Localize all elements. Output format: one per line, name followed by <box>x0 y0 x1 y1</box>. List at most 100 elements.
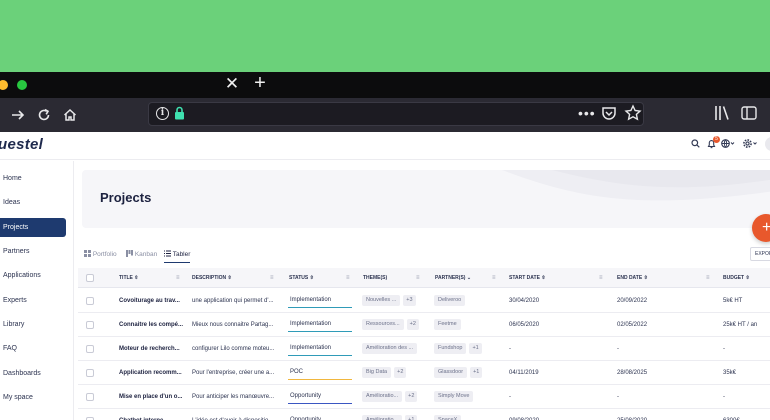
column-menu-icon[interactable]: ≡ <box>706 275 710 281</box>
sidebar-item-projects[interactable]: Projects <box>0 218 66 237</box>
partner-chip: Deliveroo <box>434 294 466 306</box>
column-budget[interactable]: BUDGET ⇳ <box>723 268 750 288</box>
add-project-button[interactable]: + <box>752 214 770 242</box>
info-icon[interactable]: i <box>156 107 169 120</box>
column-menu-icon[interactable]: ≡ <box>346 275 350 281</box>
column-description[interactable]: DESCRIPTION ⇳ <box>192 268 232 288</box>
theme-more-chip[interactable]: +1 <box>405 414 418 420</box>
partner-more-chip[interactable]: +1 <box>470 366 483 378</box>
end-date: - <box>617 346 619 352</box>
partners-cell: SpaceX <box>434 409 506 420</box>
row-checkbox[interactable] <box>86 321 94 329</box>
table-row[interactable]: Chatbot interne L'idée est d'avoir à disp… <box>78 409 770 420</box>
table-row[interactable]: Connaitre les compé... Mieux nous connait… <box>78 313 770 337</box>
table-row[interactable]: Covoiturage au trav... une application qu… <box>78 289 770 313</box>
export-button[interactable]: EXPOR <box>750 247 770 261</box>
sidebar-item-experts[interactable]: Experts <box>0 291 66 310</box>
project-title[interactable]: Application recomm... <box>119 361 187 385</box>
status-badge[interactable]: Implementation <box>288 342 352 356</box>
project-title[interactable]: Chatbot interne <box>119 409 187 420</box>
tab-kanban[interactable]: Kanban <box>126 250 157 260</box>
sidebar-item-faq[interactable]: FAQ <box>0 339 66 358</box>
page-actions-icon[interactable]: ••• <box>578 106 596 120</box>
theme-more-chip[interactable]: +3 <box>403 294 416 306</box>
column-end-date[interactable]: END DATE ⇳ <box>617 268 648 288</box>
partner-more-chip[interactable]: +1 <box>469 342 482 354</box>
column-menu-icon[interactable]: ≡ <box>416 275 420 281</box>
project-description: Mieux nous connaitre Partag... <box>192 322 274 328</box>
star-icon[interactable] <box>624 104 642 122</box>
sidebar-icon[interactable] <box>741 106 757 120</box>
settings-icon[interactable] <box>743 139 758 152</box>
partner-chip: Fundshop <box>434 342 467 354</box>
status-badge[interactable]: Implementation <box>288 294 352 308</box>
column-menu-icon[interactable]: ≡ <box>270 275 274 281</box>
new-tab-button[interactable]: + <box>250 72 270 96</box>
project-title[interactable]: Covoiturage au trav... <box>119 289 187 313</box>
sidebar-item-home[interactable]: Home <box>0 169 66 188</box>
table-row[interactable]: Moteur de recherch... configurer Lilo com… <box>78 337 770 361</box>
tab-tabler[interactable]: Tabler <box>164 250 191 263</box>
tab-close-icon[interactable]: ✕ <box>224 73 240 95</box>
project-title[interactable]: Moteur de recherch... <box>119 337 187 361</box>
lock-icon[interactable] <box>174 106 185 120</box>
table-row[interactable]: Mise en place d'un o... Pour anticiper le… <box>78 385 770 409</box>
sidebar-item-partners[interactable]: Partners <box>0 242 66 261</box>
column-partners-label: PARTNER(S) <box>435 275 466 281</box>
partners-cell: Deliveroo <box>434 289 506 313</box>
column-end-date-label: END DATE <box>617 275 643 281</box>
row-checkbox[interactable] <box>86 369 94 377</box>
select-all-checkbox[interactable] <box>86 274 94 282</box>
start-date: 30/04/2020 <box>509 298 540 304</box>
window-maximize-button[interactable] <box>17 80 27 90</box>
table-row[interactable]: Application recomm... Pour l'entreprise, … <box>78 361 770 385</box>
row-checkbox[interactable] <box>86 393 94 401</box>
pocket-icon[interactable] <box>600 104 618 122</box>
search-icon[interactable] <box>691 139 700 152</box>
column-title[interactable]: TITLE ⇳ <box>119 268 138 288</box>
browser-tab[interactable] <box>70 72 246 98</box>
column-status-label: STATUS <box>289 275 309 281</box>
theme-chip: Amélioratio... <box>362 390 403 402</box>
column-status[interactable]: STATUS ⇳ <box>289 268 314 288</box>
project-description: Pour anticiper les manœuvre... <box>192 394 275 400</box>
status-badge[interactable]: Opportunity <box>288 414 352 420</box>
column-start-date[interactable]: START DATE ⇳ <box>509 268 546 288</box>
row-checkbox[interactable] <box>86 345 94 353</box>
sidebar-item-my-space[interactable]: My space <box>0 388 66 407</box>
library-icon[interactable] <box>714 105 732 121</box>
project-title[interactable]: Mise en place d'un o... <box>119 385 187 409</box>
project-title[interactable]: Connaitre les compé... <box>119 313 187 337</box>
home-icon[interactable] <box>60 104 80 126</box>
theme-more-chip[interactable]: +2 <box>394 366 407 378</box>
tab-kanban-label: Kanban <box>134 251 158 258</box>
status-badge[interactable]: Implementation <box>288 318 352 332</box>
app-header: uestel 5 <box>0 132 770 160</box>
theme-more-chip[interactable]: +2 <box>406 318 419 330</box>
partners-cell: Feetme <box>434 313 506 337</box>
sidebar-item-library[interactable]: Library <box>0 315 66 334</box>
language-icon[interactable] <box>721 139 735 152</box>
status-badge[interactable]: POC <box>288 366 352 380</box>
start-date: 06/05/2020 <box>509 322 540 328</box>
status-badge[interactable]: Opportunity <box>288 390 352 404</box>
project-description: configurer Lilo comme moteu... <box>192 346 275 352</box>
app-logo[interactable]: uestel <box>0 136 43 153</box>
column-start-date-label: START DATE <box>509 275 540 281</box>
column-menu-icon[interactable]: ≡ <box>176 275 180 281</box>
theme-more-chip[interactable]: +2 <box>405 390 418 402</box>
end-date: 02/05/2022 <box>617 322 648 328</box>
row-checkbox[interactable] <box>86 297 94 305</box>
avatar[interactable] <box>765 137 770 151</box>
sidebar-item-dashboards[interactable]: Dashboards <box>0 364 66 383</box>
tab-portfolio[interactable]: Portfolio <box>84 250 117 260</box>
forward-arrow-icon[interactable] <box>8 104 28 126</box>
column-themes[interactable]: THEME(S) <box>363 268 387 288</box>
column-partners[interactable]: PARTNER(S) ⌄ <box>435 268 471 288</box>
url-bar[interactable] <box>148 102 644 126</box>
column-menu-icon[interactable]: ≡ <box>599 275 603 281</box>
sidebar-item-ideas[interactable]: Ideas <box>0 193 66 212</box>
reload-icon[interactable] <box>34 104 54 126</box>
column-menu-icon[interactable]: ≡ <box>492 275 496 281</box>
sidebar-item-applications[interactable]: Applications <box>0 266 66 285</box>
